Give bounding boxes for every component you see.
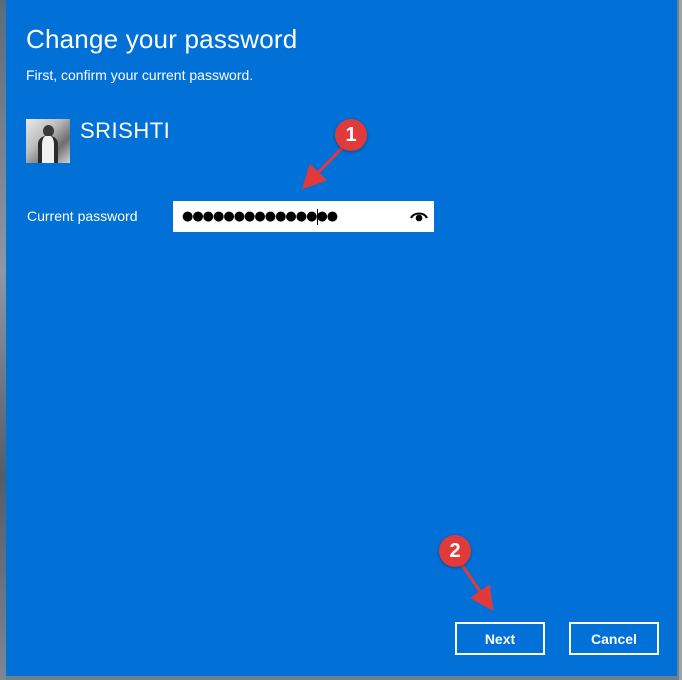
arrow-2 [460, 564, 494, 611]
current-password-label: Current password [27, 208, 138, 224]
cancel-button[interactable]: Cancel [569, 622, 659, 655]
current-password-field[interactable]: ●●●●●●●●●●●●●●● [173, 201, 434, 232]
user-info: SRISHTI [26, 118, 171, 163]
user-name: SRISHTI [80, 118, 171, 143]
eye-icon[interactable] [410, 209, 428, 223]
text-caret [317, 209, 318, 225]
user-avatar [26, 119, 70, 163]
change-password-dialog: Change your password First, confirm your… [6, 0, 677, 676]
password-masked-value[interactable]: ●●●●●●●●●●●●●●● [182, 201, 338, 232]
dialog-subtitle: First, confirm your current password. [26, 67, 254, 83]
arrow-1 [301, 144, 346, 190]
next-button[interactable]: Next [455, 622, 545, 655]
avatar-body [38, 136, 58, 163]
annotation-arrows [301, 144, 494, 611]
step-marker-1: 1 [335, 119, 367, 151]
dialog-title: Change your password [26, 24, 298, 54]
step-marker-2: 2 [439, 535, 471, 567]
